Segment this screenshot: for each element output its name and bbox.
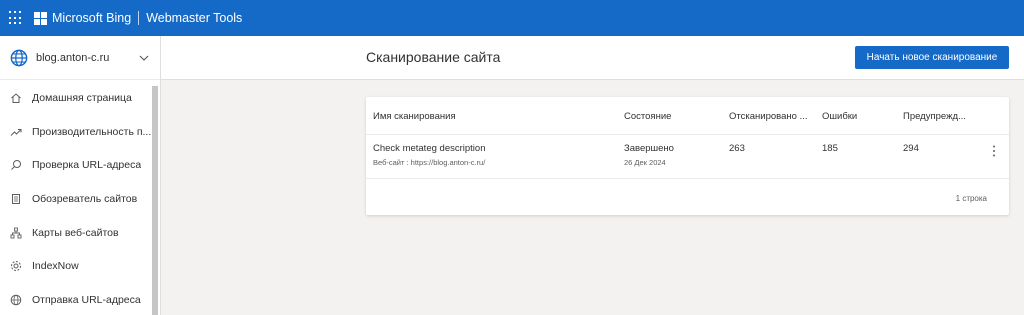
sidebar-item-label: Карты веб-сайтов <box>32 226 119 239</box>
document-icon <box>12 193 20 204</box>
sidebar-item-label: Отправка URL-адреса <box>32 293 141 306</box>
column-header-status[interactable]: Состояние <box>624 111 671 122</box>
sidebar-nav: Домашняя страница Производительность п..… <box>0 81 152 315</box>
sidebar: blog.anton-c.ru Домашняя страница Произв… <box>0 36 161 315</box>
sitemap-icon <box>10 227 22 239</box>
product-name[interactable]: Webmaster Tools <box>146 11 242 25</box>
brand-name[interactable]: Microsoft Bing <box>52 11 131 25</box>
sidebar-item-label: Домашняя страница <box>32 91 132 104</box>
sidebar-item-performance[interactable]: Производительность п... <box>0 115 152 149</box>
scan-status: Завершено <box>624 143 674 154</box>
page-title: Сканирование сайта <box>366 49 501 65</box>
column-header-scanned[interactable]: Отсканировано ... <box>729 111 807 122</box>
site-selector[interactable]: blog.anton-c.ru <box>0 36 160 80</box>
scans-table: Имя сканирования Состояние Отсканировано… <box>366 97 1009 215</box>
globe-icon <box>10 49 28 66</box>
column-header-warnings[interactable]: Предупрежд... <box>903 111 966 122</box>
home-icon <box>11 93 21 103</box>
scan-site: Веб-сайт : https://blog.anton-c.ru/ <box>373 158 486 167</box>
warnings-count: 294 <box>903 143 919 154</box>
scan-name[interactable]: Check metateg description <box>373 143 485 154</box>
scanned-count: 263 <box>729 143 745 154</box>
more-options-icon[interactable] <box>990 144 998 158</box>
sidebar-item-label: Обозреватель сайтов <box>32 192 138 205</box>
sidebar-item-indexnow[interactable]: IndexNow <box>0 249 152 283</box>
table-header: Имя сканирования Состояние Отсканировано… <box>366 97 1009 135</box>
row-count: 1 строка <box>955 194 987 203</box>
sidebar-item-label: IndexNow <box>32 260 79 273</box>
scan-date: 26 Дек 2024 <box>624 158 666 167</box>
sidebar-item-site-explorer[interactable]: Обозреватель сайтов <box>0 182 152 216</box>
brand-separator <box>138 11 140 25</box>
table-row[interactable]: Check metateg description Веб-сайт : htt… <box>366 135 1009 179</box>
column-header-errors[interactable]: Ошибки <box>822 111 857 122</box>
page-header: Сканирование сайта Начать новое сканиров… <box>161 36 1024 80</box>
sidebar-item-url-inspection[interactable]: Проверка URL-адреса <box>0 148 152 182</box>
sidebar-item-sitemaps[interactable]: Карты веб-сайтов <box>0 216 152 250</box>
sidebar-item-url-submission[interactable]: Отправка URL-адреса <box>0 283 152 315</box>
search-icon <box>11 160 21 171</box>
gear-icon <box>11 261 21 272</box>
errors-count: 185 <box>822 143 838 154</box>
sidebar-item-home[interactable]: Домашняя страница <box>0 81 152 115</box>
app-launcher-icon[interactable] <box>9 11 23 25</box>
site-name: blog.anton-c.ru <box>36 51 110 64</box>
microsoft-logo-icon <box>34 11 47 25</box>
trend-icon <box>10 128 22 136</box>
new-scan-button[interactable]: Начать новое сканирование <box>855 46 1009 69</box>
column-header-name[interactable]: Имя сканирования <box>373 111 456 122</box>
sidebar-item-label: Производительность п... <box>32 125 152 138</box>
sidebar-scrollbar[interactable] <box>152 86 158 315</box>
top-bar: Microsoft Bing Webmaster Tools <box>0 0 1024 36</box>
chevron-down-icon[interactable] <box>138 52 150 64</box>
globe-icon <box>10 294 22 306</box>
sidebar-item-label: Проверка URL-адреса <box>32 159 142 172</box>
